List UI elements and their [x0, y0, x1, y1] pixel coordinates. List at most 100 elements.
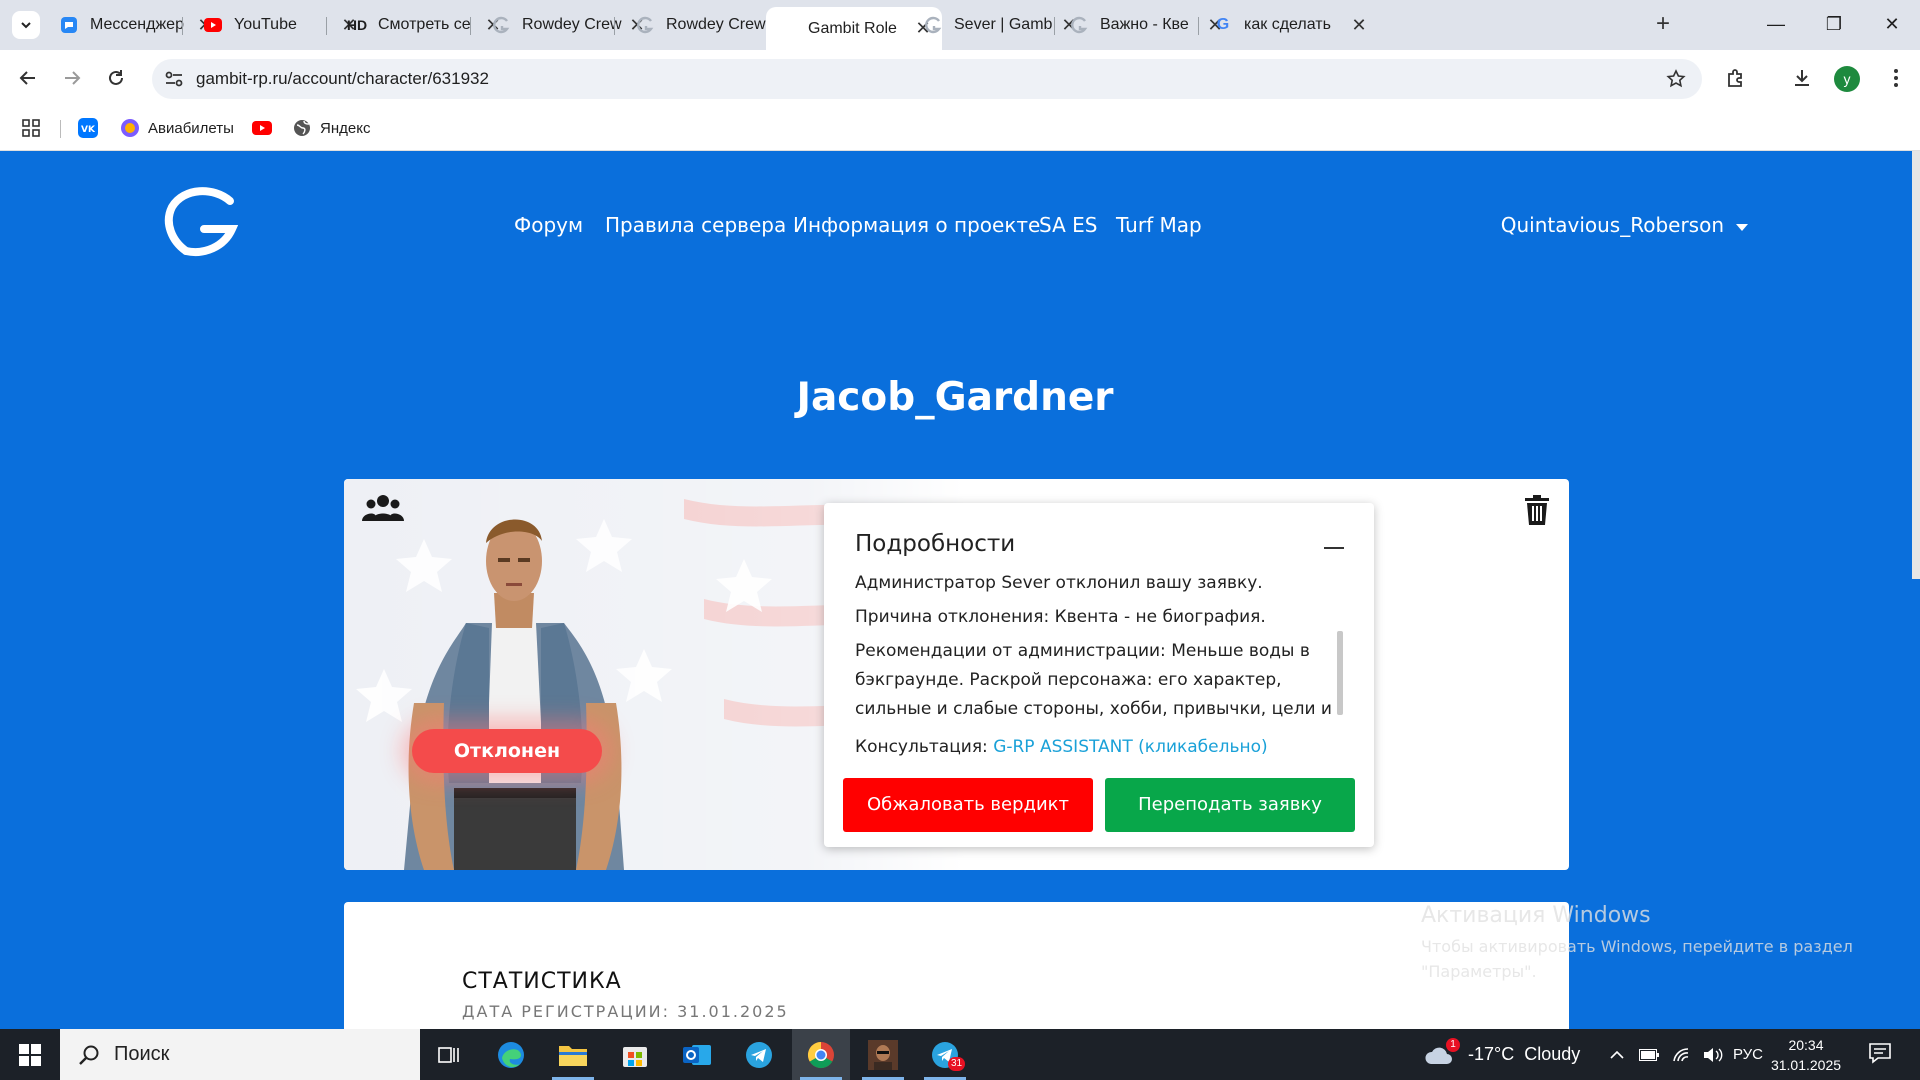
reload-icon: [109, 70, 123, 85]
admin-decision-text: Администратор Sever отклонил вашу заявку…: [855, 573, 1263, 593]
arrow-left-icon: [19, 71, 35, 85]
taskbar-explorer[interactable]: [544, 1029, 602, 1080]
tab-kak-sdelat[interactable]: G как сделать ✕: [1202, 6, 1378, 44]
new-tab-button[interactable]: +: [1648, 11, 1678, 39]
nav-project-info[interactable]: Информация о проекте: [793, 213, 1040, 237]
gambit-icon: [1070, 16, 1088, 34]
chevron-down-icon: [21, 22, 31, 29]
tab-divider: [1198, 17, 1199, 35]
back-button[interactable]: [12, 62, 44, 94]
user-menu[interactable]: Quintavious_Roberson: [1501, 213, 1748, 237]
bookmark-label: Авиабилеты: [148, 119, 234, 137]
apps-grid-icon: [22, 119, 40, 137]
apps-button[interactable]: [22, 115, 40, 141]
nav-sa-es[interactable]: SA ES: [1039, 213, 1097, 237]
search-icon: [76, 1042, 102, 1068]
statistics-card: СТАТИСТИКА ДАТА РЕГИСТРАЦИИ: 31.01.2025: [344, 902, 1569, 1029]
extensions-button[interactable]: [1720, 62, 1752, 94]
chrome-icon: [807, 1041, 834, 1068]
browser-toolbar: gambit-rp.ru/account/character/631932 y: [0, 50, 1920, 106]
details-panel: Подробности Администратор Sever отклонил…: [824, 503, 1374, 847]
details-title: Подробности: [855, 531, 1016, 557]
bookmark-yandex[interactable]: Яндекс: [292, 115, 370, 141]
reload-button[interactable]: [100, 62, 132, 94]
task-view-button[interactable]: [420, 1029, 478, 1080]
weather-widget[interactable]: 1 -17°C Cloudy: [1424, 1029, 1580, 1080]
gambit-icon: [778, 20, 796, 38]
tab-divider: [470, 17, 471, 35]
gambit-icon: [492, 16, 510, 34]
resubmit-application-button[interactable]: Переподать заявку: [1105, 778, 1355, 832]
profile-avatar[interactable]: y: [1834, 66, 1860, 92]
username: Quintavious_Roberson: [1500, 213, 1724, 237]
nav-turf-map[interactable]: Turf Map: [1116, 213, 1202, 237]
close-window-button[interactable]: ✕: [1864, 0, 1920, 50]
registration-date: ДАТА РЕГИСТРАЦИИ: 31.01.2025: [462, 1002, 789, 1021]
tab-title: YouTube: [234, 16, 297, 33]
minimize-window-button[interactable]: —: [1748, 0, 1804, 50]
svg-text:VK: VK: [81, 125, 96, 135]
taskbar-telegram-2[interactable]: 31: [916, 1029, 974, 1080]
assistant-link[interactable]: G-RP ASSISTANT (кликабельно): [993, 737, 1267, 757]
arrow-right-icon: [65, 71, 81, 85]
browser-menu-button[interactable]: [1880, 62, 1912, 94]
bookmark-vk[interactable]: VK: [78, 115, 106, 141]
chevron-up-icon: [1610, 1050, 1624, 1059]
speaker-icon: [1704, 1047, 1723, 1062]
volume-indicator[interactable]: [1698, 1029, 1728, 1080]
forward-button[interactable]: [56, 62, 88, 94]
edge-icon: [498, 1041, 524, 1068]
character-card: Отклонен Подробности Администратор Sever…: [344, 479, 1569, 870]
activation-title: Активация Windows: [1421, 903, 1651, 928]
clock-date: 31.01.2025: [1770, 1057, 1842, 1073]
appeal-verdict-button[interactable]: Обжаловать вердикт: [843, 778, 1093, 832]
recommendations-text: Рекомендации от администрации: Меньше во…: [855, 641, 1332, 729]
taskbar-store[interactable]: [606, 1029, 664, 1080]
site-settings-icon[interactable]: [160, 65, 188, 93]
tab-title: Мессенджер: [90, 16, 184, 33]
tab-title: как сделать: [1244, 16, 1331, 33]
search-placeholder: Поиск: [114, 1043, 170, 1065]
bookmark-aviatickets[interactable]: Авиабилеты: [120, 115, 234, 141]
weather-text: -17°C Cloudy: [1468, 1044, 1581, 1064]
bookmark-youtube[interactable]: [252, 115, 280, 141]
language-indicator[interactable]: РУС: [1728, 1029, 1768, 1080]
taskbar-outlook[interactable]: [668, 1029, 726, 1080]
show-hidden-icons-button[interactable]: [1604, 1029, 1630, 1080]
consultation-label: Консультация:: [855, 737, 994, 757]
tab-title: Rowdey Crew: [666, 16, 766, 33]
restore-window-button[interactable]: ❐: [1806, 0, 1862, 50]
close-icon[interactable]: ✕: [1350, 15, 1368, 36]
gambit-icon: [636, 16, 654, 34]
taskbar-telegram[interactable]: [730, 1029, 788, 1080]
details-text[interactable]: Администратор Sever отклонил вашу заявку…: [855, 569, 1335, 729]
system-clock[interactable]: 20:34 31.01.2025: [1768, 1035, 1844, 1075]
url-text[interactable]: gambit-rp.ru/account/character/631932: [196, 69, 489, 89]
windows-logo-icon: [19, 1043, 41, 1066]
notification-center-icon[interactable]: [1866, 1039, 1896, 1069]
nav-server-rules[interactable]: Правила сервера: [605, 213, 786, 237]
weather-badge: 1: [1446, 1037, 1460, 1052]
clock-time: 20:34: [1788, 1037, 1824, 1053]
taskbar-game[interactable]: [854, 1029, 912, 1080]
character-skin-image: [404, 519, 624, 870]
tab-search-button[interactable]: [12, 11, 40, 39]
start-button[interactable]: [0, 1029, 60, 1080]
bookmarks-bar: VK Авиабилеты Яндекс: [0, 106, 1920, 151]
kebab-menu-icon: [1894, 69, 1898, 87]
network-indicator[interactable]: [1666, 1029, 1696, 1080]
nav-forum[interactable]: Форум: [514, 213, 583, 237]
taskbar-search[interactable]: Поиск: [60, 1029, 420, 1080]
tab-title: Sever | Gamb: [954, 16, 1053, 33]
downloads-button[interactable]: [1786, 62, 1818, 94]
collapse-details-button[interactable]: [1324, 547, 1344, 549]
details-scrollbar[interactable]: [1337, 631, 1343, 715]
vk-icon: VK: [78, 118, 98, 138]
address-bar[interactable]: gambit-rp.ru/account/character/631932: [152, 59, 1702, 99]
rejection-reason-text: Причина отклонения: Квента - не биографи…: [855, 607, 1266, 627]
taskbar-edge[interactable]: [482, 1029, 540, 1080]
trash-icon[interactable]: [1525, 495, 1549, 525]
taskbar-chrome[interactable]: [792, 1029, 850, 1080]
bookmark-star-icon[interactable]: [1662, 65, 1690, 93]
battery-indicator[interactable]: [1634, 1029, 1664, 1080]
